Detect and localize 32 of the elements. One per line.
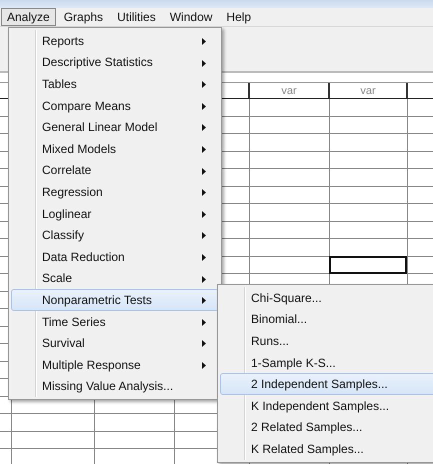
menu-item[interactable]: 2 Independent Samples... [220, 373, 433, 395]
column-header: var [330, 83, 408, 98]
menu-bar-item[interactable]: Graphs [58, 8, 110, 26]
menu-item[interactable]: Runs... [220, 330, 433, 352]
menu-item[interactable]: Chi-Square... [220, 287, 433, 309]
menu-item[interactable]: Classify [11, 224, 219, 246]
menu-item[interactable]: Compare Means [11, 94, 219, 116]
menu-item[interactable]: Missing Value Analysis... [11, 376, 219, 398]
menu-item[interactable]: Correlate [11, 160, 219, 182]
menu-item[interactable]: Binomial... [220, 308, 433, 330]
menu-item[interactable]: 2 Related Samples... [220, 416, 433, 438]
menu-item[interactable]: Nonparametric Tests [11, 289, 219, 311]
column-header: var [250, 83, 330, 98]
menu-bar-item[interactable]: Analyze [1, 8, 56, 26]
menu-item[interactable]: Loglinear [11, 202, 219, 224]
menu-item[interactable]: 1-Sample K-S... [220, 352, 433, 374]
menu-item[interactable]: Survival [11, 332, 219, 354]
menu-item[interactable]: Time Series [11, 310, 219, 332]
menu-bar-item[interactable]: Help [220, 8, 258, 26]
menu-item[interactable]: Descriptive Statistics [11, 52, 219, 74]
menu-bar-item[interactable]: Utilities [111, 8, 162, 26]
menu-bar-item[interactable]: Window [164, 8, 218, 26]
menu-item[interactable]: Scale [11, 268, 219, 290]
menu-item[interactable]: General Linear Model [11, 116, 219, 138]
menu-item[interactable]: K Independent Samples... [220, 394, 433, 417]
menu-item[interactable]: Mixed Models [11, 138, 219, 160]
menu-item[interactable]: Reports [11, 30, 219, 52]
menu-item[interactable]: Data Reduction [11, 246, 219, 268]
menu-item[interactable]: Multiple Response [11, 354, 219, 376]
menu-item[interactable]: Tables [11, 73, 219, 95]
menu-item[interactable]: K Related Samples... [220, 438, 433, 460]
menu-item[interactable]: Regression [11, 181, 219, 203]
